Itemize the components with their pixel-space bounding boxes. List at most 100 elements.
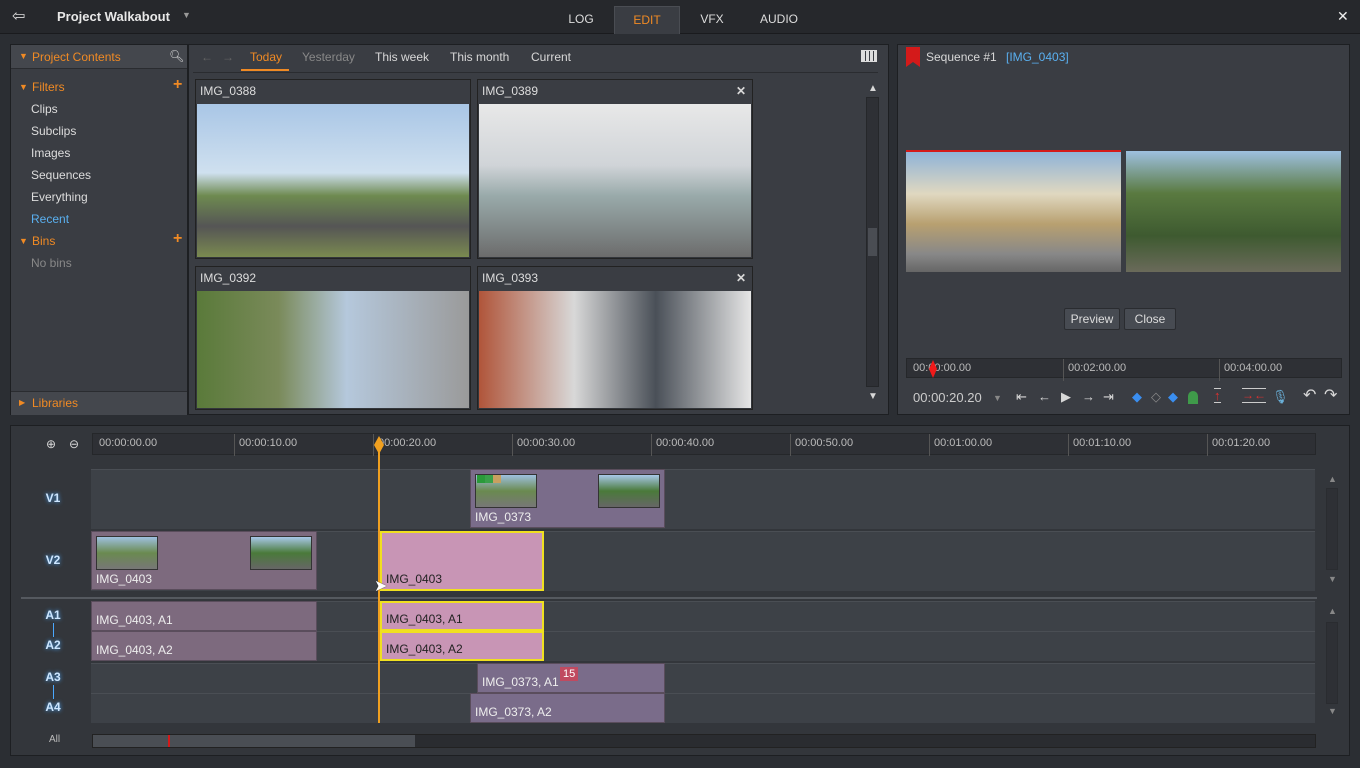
- video-audio-divider: [21, 597, 1317, 599]
- filter-subclips[interactable]: Subclips: [31, 124, 76, 138]
- zoom-in-icon[interactable]: ⊕: [46, 437, 56, 451]
- step-forward-icon[interactable]: →: [1082, 389, 1095, 404]
- all-tracks-label[interactable]: All: [49, 734, 60, 745]
- filter-recent[interactable]: Recent: [31, 212, 69, 226]
- clip-label: IMG_0403, A1: [386, 612, 463, 626]
- clip-a4[interactable]: IMG_0373, A2: [470, 693, 665, 723]
- go-to-start-icon[interactable]: ⇤: [1016, 389, 1027, 405]
- tab-vfx[interactable]: VFX: [686, 6, 738, 34]
- audio-scroll-down-icon[interactable]: ▼: [1328, 706, 1337, 716]
- clip-badge: 15: [560, 667, 579, 681]
- filter-images[interactable]: Images: [31, 146, 70, 160]
- tab-log[interactable]: LOG: [555, 6, 607, 34]
- ruler-tick: 00:00:10.00: [234, 434, 297, 456]
- tab-edit[interactable]: EDIT: [614, 6, 680, 34]
- track-label-a3[interactable]: A3: [38, 670, 68, 684]
- filter-sequences[interactable]: Sequences: [31, 168, 91, 182]
- tab-audio[interactable]: AUDIO: [748, 6, 810, 34]
- audio-tracks-scrollbar[interactable]: [1326, 622, 1338, 704]
- cue-icon[interactable]: [1188, 391, 1198, 404]
- scroll-down-icon[interactable]: ▼: [868, 391, 878, 402]
- ruler-tick: 00:00:00.00: [913, 362, 972, 374]
- forward-icon[interactable]: →: [222, 50, 234, 64]
- ruler-tick: 00:00:00.00: [99, 437, 158, 449]
- track-label-a1[interactable]: A1: [38, 608, 68, 622]
- scrollbar[interactable]: [866, 97, 879, 387]
- content-browser: ← → Today Yesterday This week This month…: [188, 44, 889, 415]
- sequence-clip-name: [IMG_0403]: [1006, 50, 1069, 64]
- bins-header[interactable]: Bins: [32, 234, 55, 248]
- track-a3[interactable]: [91, 663, 1315, 693]
- mark-in-icon[interactable]: ◆: [1132, 389, 1142, 405]
- track-label-v1[interactable]: V1: [38, 491, 68, 505]
- bookmark-icon: [906, 47, 920, 67]
- search-icon[interactable]: 🔍︎: [169, 49, 184, 63]
- lift-icon[interactable]: ↑: [1214, 388, 1221, 403]
- exit-icon[interactable]: ⇦: [12, 6, 25, 26]
- grid-view-icon[interactable]: [861, 50, 877, 62]
- filter-clips[interactable]: Clips: [31, 102, 58, 116]
- viewer-close-button[interactable]: Close: [1124, 308, 1176, 330]
- track-label-v2[interactable]: V2: [38, 553, 68, 567]
- clip-a1b[interactable]: IMG_0403, A1: [380, 601, 544, 631]
- clip-v2a[interactable]: IMG_0403: [91, 531, 317, 590]
- undo-icon[interactable]: ↶: [1303, 385, 1316, 405]
- scroll-up-icon[interactable]: ▲: [868, 83, 878, 94]
- clip-label: IMG_0403, A2: [386, 642, 463, 656]
- tab-this-month[interactable]: This month: [450, 50, 509, 64]
- project-title[interactable]: Project Walkabout: [57, 9, 170, 24]
- clip-a2a[interactable]: IMG_0403, A2: [91, 631, 317, 661]
- video-scroll-down-icon[interactable]: ▼: [1328, 574, 1337, 584]
- audio-scroll-up-icon[interactable]: ▲: [1328, 606, 1337, 616]
- track-label-a4[interactable]: A4: [38, 700, 68, 714]
- track-label-a2[interactable]: A2: [38, 638, 68, 652]
- tab-current[interactable]: Current: [531, 50, 571, 64]
- preview-button[interactable]: Preview: [1064, 308, 1120, 330]
- microphone-icon[interactable]: 🎙︎: [1272, 389, 1289, 405]
- thumbnail-img-0392[interactable]: IMG_0392: [195, 266, 471, 410]
- play-icon[interactable]: ▶: [1061, 389, 1071, 405]
- track-a4[interactable]: [91, 693, 1315, 723]
- clip-label: IMG_0403: [386, 572, 443, 586]
- step-back-icon[interactable]: ←: [1038, 389, 1051, 404]
- viewer-frame-left: [906, 150, 1121, 272]
- go-to-end-icon[interactable]: ⇥: [1103, 389, 1114, 405]
- add-bin-icon[interactable]: +: [173, 230, 182, 248]
- close-icon[interactable]: ✕: [736, 271, 746, 285]
- redo-icon[interactable]: ↷: [1324, 385, 1337, 405]
- tab-yesterday[interactable]: Yesterday: [302, 50, 355, 64]
- tab-today[interactable]: Today: [250, 50, 282, 64]
- back-icon[interactable]: ←: [201, 50, 213, 64]
- clip-v2b[interactable]: IMG_0403: [380, 531, 544, 591]
- clip-a1a[interactable]: IMG_0403, A1: [91, 601, 317, 631]
- close-app-icon[interactable]: ✕: [1337, 8, 1349, 25]
- timecode-dropdown-icon[interactable]: ▼: [993, 393, 1002, 403]
- project-dropdown-icon[interactable]: ▼: [182, 10, 191, 20]
- thumbnail-img-0389[interactable]: IMG_0389 ✕: [477, 79, 753, 259]
- add-filter-icon[interactable]: +: [173, 76, 182, 94]
- video-tracks-scrollbar[interactable]: [1326, 488, 1338, 570]
- filters-header[interactable]: Filters: [32, 80, 65, 94]
- no-bins-text: No bins: [31, 256, 72, 270]
- timeline-ruler[interactable]: 00:00:00.00 00:00:10.00 00:00:20.00 00:00:3…: [92, 433, 1316, 456]
- clip-label: IMG_0373, A2: [475, 705, 552, 719]
- thumbnail-img-0393[interactable]: IMG_0393 ✕: [477, 266, 753, 410]
- ruler-tick: 00:01:20.00: [1207, 434, 1270, 456]
- thumbnail-img-0388[interactable]: IMG_0388: [195, 79, 471, 259]
- zoom-out-icon[interactable]: ⊖: [69, 437, 79, 451]
- libraries-header[interactable]: Libraries: [32, 396, 78, 410]
- clip-a2b[interactable]: IMG_0403, A2: [380, 631, 544, 661]
- timeline-scrollbar[interactable]: [92, 734, 1316, 748]
- viewer-ruler[interactable]: 00:00:00.00 00:02:00.00 00:04:00.00: [906, 358, 1342, 381]
- clip-label: IMG_0403, A2: [96, 643, 173, 657]
- close-icon[interactable]: ✕: [736, 84, 746, 98]
- remove-icon[interactable]: →←: [1242, 388, 1266, 403]
- mark-out-icon[interactable]: ◆: [1168, 389, 1178, 405]
- tab-this-week[interactable]: This week: [375, 50, 429, 64]
- clear-marks-icon[interactable]: ◇: [1151, 389, 1161, 405]
- filter-everything[interactable]: Everything: [31, 190, 88, 204]
- thumbnail-title: IMG_0392: [196, 267, 470, 291]
- video-scroll-up-icon[interactable]: ▲: [1328, 474, 1337, 484]
- track-v1[interactable]: [91, 469, 1315, 529]
- timecode-display[interactable]: 00:00:20.20: [913, 390, 982, 405]
